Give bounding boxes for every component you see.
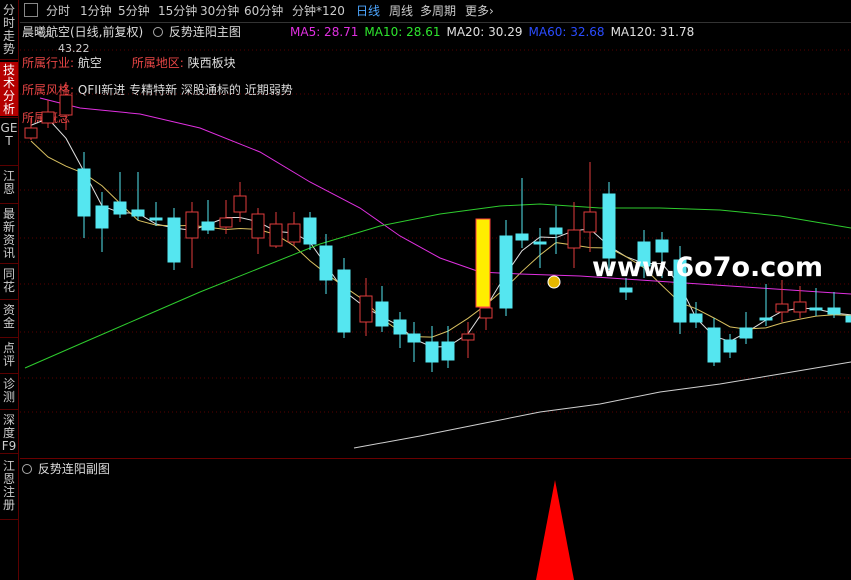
- period-tab-2[interactable]: 5分钟: [118, 2, 150, 20]
- period-tab-5[interactable]: 60分钟: [244, 2, 283, 20]
- candle-body: [602, 193, 616, 259]
- candle-body: [723, 339, 737, 353]
- candle-body: [845, 315, 851, 323]
- candle-body: [689, 313, 703, 323]
- candle-body: [619, 287, 633, 293]
- sidebar-divider: [0, 519, 18, 520]
- settings-circle-icon[interactable]: [22, 464, 32, 474]
- period-toolbar: 分时 1分钟 5分钟 15分钟 30分钟 60分钟 分钟*120 日线 周线 多周期 更多›: [20, 0, 851, 22]
- ma10-line: [30, 140, 851, 338]
- candle-body: [131, 209, 145, 217]
- sidebar-divider: [0, 203, 18, 204]
- sidebar-divider: [0, 453, 18, 454]
- sidebar-tab-4[interactable]: 最新资讯: [0, 206, 18, 262]
- candle-body: [149, 217, 163, 221]
- candle-body: [393, 319, 407, 335]
- candle-body: [549, 227, 563, 235]
- coin-icon: [547, 275, 561, 289]
- period-tab-7[interactable]: 日线: [356, 2, 380, 20]
- candle-body: [95, 205, 109, 229]
- candle-body: [739, 327, 753, 339]
- sidebar-tab-0[interactable]: 分时走势: [0, 2, 18, 58]
- candle-body: [219, 217, 233, 228]
- candle-body: [77, 168, 91, 217]
- candle-body: [113, 201, 127, 215]
- candle-body: [655, 239, 669, 253]
- kline-chart[interactable]: 43.22: [20, 22, 851, 458]
- period-tab-10[interactable]: 更多›: [465, 2, 494, 20]
- candle-body: [461, 333, 475, 341]
- candle-body: [759, 317, 773, 321]
- period-tab-8[interactable]: 周线: [389, 2, 413, 20]
- sidebar-tab-8[interactable]: 诊测: [0, 376, 18, 408]
- period-tab-1[interactable]: 1分钟: [80, 2, 112, 20]
- sidebar-tab-10[interactable]: 江恩注册: [0, 458, 18, 518]
- candle-body: [319, 245, 333, 281]
- sidebar-divider: [0, 263, 18, 264]
- period-tab-6[interactable]: 分钟*120: [292, 2, 345, 20]
- sub-chart[interactable]: [20, 478, 851, 580]
- window-icon[interactable]: [24, 3, 38, 17]
- pane-divider: [20, 458, 851, 459]
- signal-candle: [475, 218, 491, 308]
- sidebar-tab-2[interactable]: GET: [0, 120, 18, 164]
- sub-indicator-name[interactable]: 反势连阳副图: [38, 462, 110, 476]
- candle-body: [515, 233, 529, 241]
- sub-header: 反势连阳副图: [22, 461, 110, 477]
- candle-body: [567, 229, 581, 249]
- candle-body: [269, 223, 283, 247]
- candle-body: [24, 127, 38, 139]
- candle-body: [441, 341, 455, 361]
- left-sidebar: 分时走势技术分析 GET 江恩最新资讯同花资金点评诊测深度F9 江恩注册: [0, 0, 19, 580]
- candle-body: [499, 235, 513, 309]
- period-tab-3[interactable]: 15分钟: [158, 2, 197, 20]
- ma120-line: [353, 361, 851, 449]
- sidebar-divider: [0, 337, 18, 338]
- sidebar-tab-9[interactable]: 深度F9: [0, 412, 18, 453]
- candle-body: [185, 211, 199, 239]
- buy-signal-arrow: [536, 480, 574, 580]
- candle-body: [707, 327, 721, 363]
- sidebar-tab-3[interactable]: 江恩: [0, 168, 18, 202]
- candle-body: [775, 303, 789, 313]
- sidebar-tab-5[interactable]: 同花: [0, 266, 18, 298]
- sidebar-tab-1[interactable]: 技术分析: [0, 62, 18, 116]
- candle-body: [827, 307, 841, 315]
- sidebar-divider: [0, 117, 18, 118]
- candle-body: [425, 341, 439, 363]
- candle-body: [375, 301, 389, 327]
- candle-body: [303, 217, 317, 245]
- candle-body: [251, 213, 265, 239]
- sidebar-tab-6[interactable]: 资金: [0, 302, 18, 336]
- high-marker-arrow: [43, 33, 55, 39]
- candle-body: [41, 111, 55, 124]
- period-tab-0[interactable]: 分时: [46, 2, 70, 20]
- sidebar-divider: [0, 409, 18, 410]
- period-tab-4[interactable]: 30分钟: [200, 2, 239, 20]
- candle-body: [59, 94, 73, 116]
- watermark: www.6o7o.com: [592, 252, 823, 283]
- high-price-label: 43.22: [58, 42, 90, 55]
- candle-body: [583, 211, 597, 233]
- candle-body: [287, 223, 301, 243]
- sidebar-divider: [0, 299, 18, 300]
- candle-body: [167, 217, 181, 263]
- candle-body: [809, 307, 823, 311]
- sidebar-divider: [0, 373, 18, 374]
- candle-body: [201, 221, 215, 231]
- period-tab-9[interactable]: 多周期: [420, 2, 456, 20]
- ma5-line: [30, 117, 851, 348]
- candle-body: [533, 241, 547, 245]
- sidebar-divider: [0, 59, 18, 60]
- candle-body: [359, 295, 373, 323]
- candle-body: [479, 307, 493, 319]
- sidebar-divider: [0, 165, 18, 166]
- sidebar-tab-7[interactable]: 点评: [0, 340, 18, 372]
- candle-body: [337, 269, 351, 333]
- candle-body: [793, 301, 807, 313]
- candle-body: [407, 333, 421, 343]
- candle-body: [233, 195, 247, 213]
